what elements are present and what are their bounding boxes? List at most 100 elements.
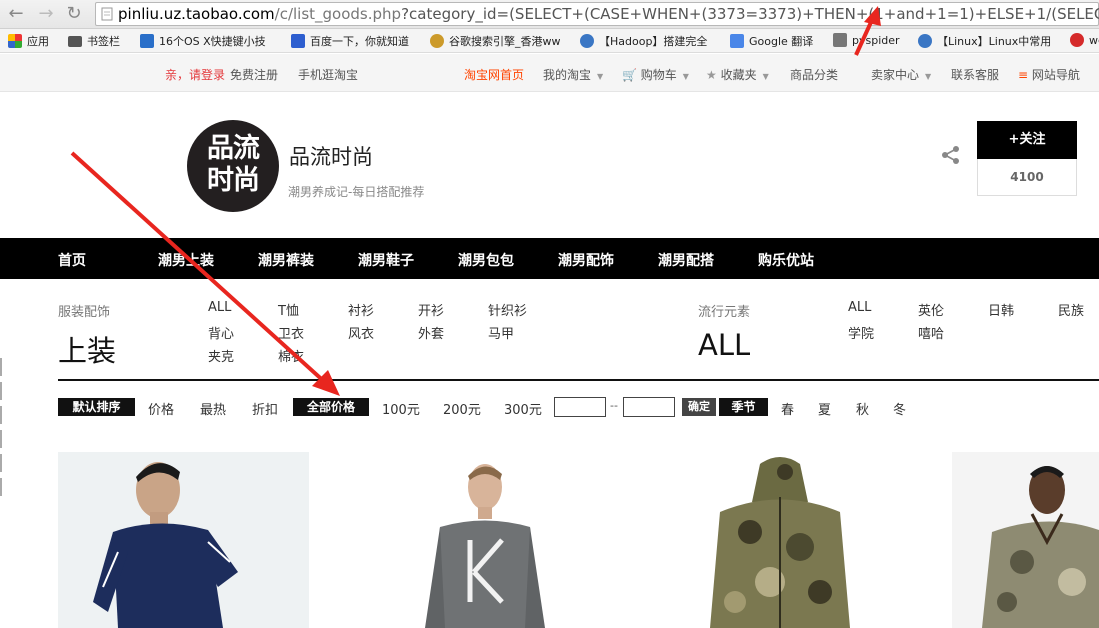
my-taobao-link[interactable]: 我的淘宝 ▼ [543, 66, 603, 83]
bookmark-pyspider[interactable]: pyspider [833, 33, 900, 47]
filter-option[interactable]: 棉衣 [278, 346, 304, 365]
filter-option[interactable]: 外套 [418, 323, 444, 342]
forward-arrow-icon[interactable]: → [34, 2, 58, 26]
blog-site-icon [918, 34, 932, 48]
price-all-button[interactable]: 全部价格 [293, 398, 369, 416]
sort-discount[interactable]: 折扣 [252, 399, 278, 418]
register-link[interactable]: 免费注册 [230, 66, 278, 83]
season-autumn[interactable]: 秋 [856, 399, 869, 418]
bookmark-label: pyspider [852, 33, 900, 47]
bookmark-linux[interactable]: 【Linux】Linux中常用 [918, 33, 1051, 49]
nav-item-home[interactable]: 首页 [58, 250, 86, 270]
site-nav-link[interactable]: ≡ 网站导航 [1018, 66, 1080, 83]
cart-link[interactable]: 🛒 购物车 ▼ [622, 66, 689, 83]
nav-item-deals[interactable]: 购乐优站 [758, 250, 814, 270]
filter-selected-value: 上装 [58, 334, 117, 368]
filter-option[interactable]: 马甲 [488, 323, 514, 342]
seller-label: 卖家中心 [871, 68, 920, 82]
nav-item-tops[interactable]: 潮男上装 [158, 250, 214, 270]
url-host: pinliu.uz.taobao.com [118, 5, 275, 23]
customer-service-link[interactable]: 联系客服 [951, 66, 999, 83]
sort-default-button[interactable]: 默认排序 [58, 398, 135, 416]
season-label: 季节 [719, 398, 768, 416]
filter-option[interactable]: 嘻哈 [918, 323, 944, 342]
bookmark-google-hk[interactable]: 谷歌搜索引擎_香港ww [430, 33, 561, 49]
filter-option[interactable]: 夹克 [208, 346, 234, 365]
nav-item-outfits[interactable]: 潮男配搭 [658, 250, 714, 270]
bookmark-baidu[interactable]: 百度一下，你就知道 [291, 33, 409, 49]
shop-subtitle: 潮男养成记-每日搭配推荐 [288, 185, 425, 199]
product-image[interactable] [58, 452, 309, 628]
url-text: pinliu.uz.taobao.com/c/list_goods.php?ca… [118, 5, 1099, 23]
filter-option[interactable]: 开衫 [418, 300, 444, 319]
nav-item-bags[interactable]: 潮男包包 [458, 250, 514, 270]
reload-icon[interactable]: ↻ [62, 2, 86, 26]
weibo-icon [1070, 33, 1084, 47]
bookmark-folder[interactable]: 书签栏 [68, 33, 120, 49]
nav-item-pants[interactable]: 潮男裤装 [258, 250, 314, 270]
bookmark-apps[interactable]: 应用 [8, 33, 49, 49]
filter-option[interactable]: 针织衫 [488, 300, 527, 319]
folder-icon [68, 35, 82, 47]
product-image[interactable] [952, 452, 1099, 628]
filter-option[interactable]: ALL [208, 300, 231, 315]
product-image[interactable] [390, 452, 580, 628]
menu-icon: ≡ [1018, 68, 1029, 82]
category-nav: 首页 潮男上装 潮男裤装 潮男鞋子 潮男包包 潮男配饰 潮男配搭 购乐优站 [0, 238, 1099, 279]
price-confirm-button[interactable]: 确定 [682, 398, 716, 416]
login-link[interactable]: 亲，请登录 [165, 66, 225, 83]
price-200[interactable]: 200元 [443, 399, 481, 418]
cart-icon: 🛒 [622, 68, 637, 82]
bookmark-label: 应用 [27, 35, 49, 48]
blog-site-icon [580, 34, 594, 48]
share-icon[interactable] [941, 145, 961, 165]
url-path: /c/list_goods.php [274, 5, 402, 23]
price-max-input[interactable] [623, 397, 675, 417]
season-winter[interactable]: 冬 [893, 399, 906, 418]
product-photo-camo-model [982, 466, 1099, 628]
season-summer[interactable]: 夏 [818, 399, 831, 418]
bookmark-label: 谷歌搜索引擎_香港ww [449, 35, 561, 48]
taobao-home-link[interactable]: 淘宝网首页 [464, 66, 524, 83]
filter-option[interactable]: 背心 [208, 323, 234, 342]
nav-item-accessories[interactable]: 潮男配饰 [558, 250, 614, 270]
bookmark-osx[interactable]: 16个OS X快捷键小技 [140, 33, 266, 49]
filter-option[interactable]: ALL [848, 300, 871, 315]
favorites-link[interactable]: ★ 收藏夹 ▼ [706, 66, 769, 83]
bookmark-label: 书签栏 [87, 35, 120, 48]
filter-option[interactable]: T恤 [278, 300, 299, 319]
product-image[interactable] [690, 452, 870, 628]
my-taobao-label: 我的淘宝 [543, 68, 592, 82]
sort-price[interactable]: 价格 [148, 399, 174, 418]
shop-name[interactable]: 品流时尚 [289, 141, 373, 171]
divider [58, 379, 1099, 381]
bookmark-hadoop[interactable]: 【Hadoop】搭建完全 [580, 33, 707, 49]
address-bar[interactable]: pinliu.uz.taobao.com/c/list_goods.php?ca… [95, 2, 1099, 26]
back-arrow-icon[interactable]: ← [4, 2, 28, 26]
follow-button[interactable]: +关注 [977, 121, 1077, 159]
nav-item-shoes[interactable]: 潮男鞋子 [358, 250, 414, 270]
sort-hottest[interactable]: 最热 [200, 399, 226, 418]
price-100[interactable]: 100元 [382, 399, 420, 418]
price-min-input[interactable] [554, 397, 606, 417]
left-edge-marks [0, 358, 2, 498]
shop-logo[interactable]: 品流 时尚 [187, 120, 279, 212]
bookmark-weibo[interactable]: we [1070, 33, 1099, 47]
filter-option[interactable]: 风衣 [348, 323, 374, 342]
favorites-label: 收藏夹 [720, 68, 757, 82]
filter-option[interactable]: 衬衫 [348, 300, 374, 319]
filter-group-label: 流行元素 [698, 305, 751, 320]
season-spring[interactable]: 春 [781, 399, 794, 418]
price-300[interactable]: 300元 [504, 399, 542, 418]
mobile-taobao-link[interactable]: 手机逛淘宝 [298, 66, 358, 83]
filter-option[interactable]: 学院 [848, 323, 874, 342]
filter-option[interactable]: 卫衣 [278, 323, 304, 342]
filter-option[interactable]: 民族 [1058, 300, 1084, 319]
follower-count: 4100 [977, 159, 1077, 196]
filter-option[interactable]: 日韩 [988, 300, 1014, 319]
seller-center-link[interactable]: 卖家中心 ▼ [871, 66, 931, 83]
categories-link[interactable]: 商品分类 [790, 66, 838, 83]
filter-option[interactable]: 英伦 [918, 300, 944, 319]
bookmark-google-translate[interactable]: Google 翻译 [730, 33, 813, 49]
chevron-down-icon: ▼ [682, 72, 689, 81]
